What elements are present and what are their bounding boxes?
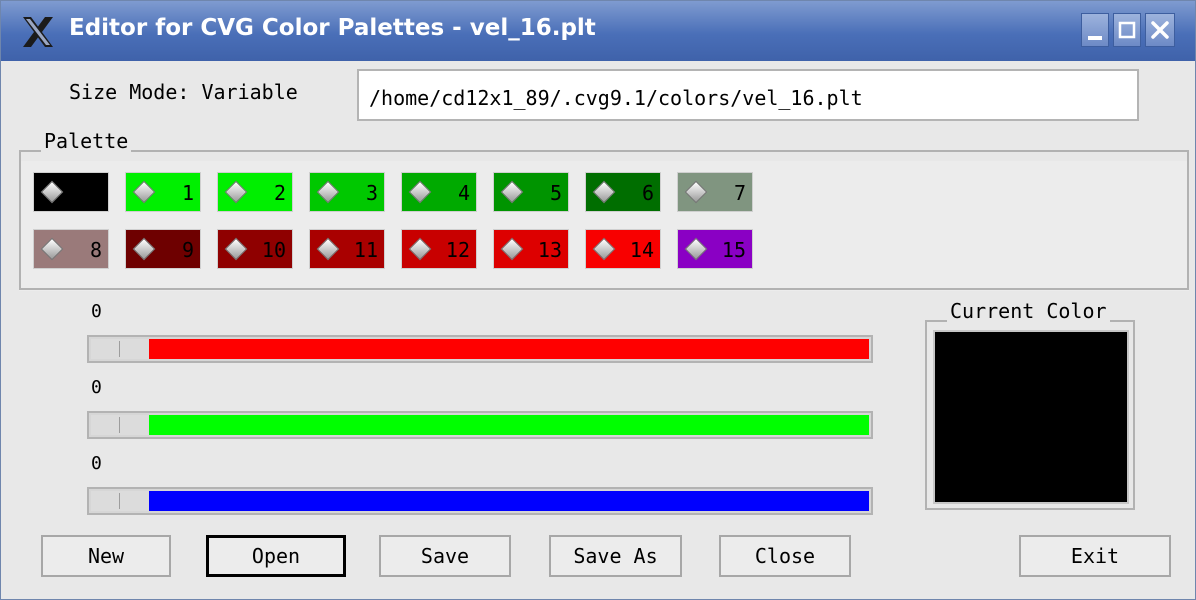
radio-diamond-icon[interactable] [40, 237, 64, 261]
radio-diamond-icon[interactable] [500, 180, 524, 204]
current-color-title: Current Color [947, 299, 1110, 323]
window-title: Editor for CVG Color Palettes - vel_16.p… [69, 15, 596, 41]
swatch-index: 13 [537, 238, 562, 262]
palette-group [19, 150, 1189, 290]
blue-slider-thumb[interactable] [91, 491, 150, 511]
radio-diamond-icon[interactable] [592, 180, 616, 204]
swatch-index: 11 [353, 238, 378, 262]
minimize-button[interactable] [1081, 13, 1109, 47]
radio-diamond-icon[interactable] [40, 180, 64, 204]
swatch-index: 3 [365, 181, 378, 205]
palette-swatch[interactable]: 1 [125, 172, 201, 212]
title-bar[interactable]: Editor for CVG Color Palettes - vel_16.p… [1, 1, 1195, 61]
radio-diamond-icon[interactable] [684, 180, 708, 204]
minimize-icon [1088, 36, 1102, 40]
green-value: 0 [91, 377, 102, 398]
radio-diamond-icon[interactable] [224, 237, 248, 261]
swatch-index: 2 [273, 181, 286, 205]
palette-swatch[interactable]: 5 [493, 172, 569, 212]
save-button[interactable]: Save [379, 535, 511, 577]
swatch-index: 9 [181, 238, 194, 262]
swatch-index: 7 [733, 181, 746, 205]
palette-swatch[interactable]: 13 [493, 229, 569, 269]
green-slider[interactable] [87, 411, 873, 439]
palette-title: Palette [41, 129, 132, 153]
radio-diamond-icon[interactable] [500, 237, 524, 261]
radio-diamond-icon[interactable] [316, 180, 340, 204]
palette-swatch[interactable]: 9 [125, 229, 201, 269]
blue-value: 0 [91, 453, 102, 474]
file-path-field[interactable]: /home/cd12x1_89/.cvg9.1/colors/vel_16.pl… [357, 69, 1139, 121]
maximize-icon [1118, 21, 1136, 39]
green-slider-track [149, 415, 869, 435]
blue-slider-track [149, 491, 869, 511]
new-button[interactable]: New [41, 535, 171, 577]
palette-swatch[interactable]: 11 [309, 229, 385, 269]
palette-editor-window: Editor for CVG Color Palettes - vel_16.p… [0, 0, 1196, 600]
red-slider-track [149, 339, 869, 359]
swatch-index: 12 [445, 238, 470, 262]
close-icon [1151, 21, 1169, 39]
palette-swatch[interactable]: 7 [677, 172, 753, 212]
palette-swatch[interactable] [33, 172, 109, 212]
radio-diamond-icon[interactable] [684, 237, 708, 261]
palette-swatch[interactable]: 4 [401, 172, 477, 212]
swatch-index: 8 [89, 238, 102, 262]
palette-swatch[interactable]: 15 [677, 229, 753, 269]
exit-button[interactable]: Exit [1019, 535, 1171, 577]
palette-swatch[interactable]: 10 [217, 229, 293, 269]
palette-swatch[interactable]: 3 [309, 172, 385, 212]
red-slider-thumb[interactable] [91, 339, 150, 359]
radio-diamond-icon[interactable] [408, 237, 432, 261]
palette-swatch[interactable]: 2 [217, 172, 293, 212]
close-button[interactable]: Close [719, 535, 851, 577]
palette-swatch[interactable]: 12 [401, 229, 477, 269]
swatch-index: 14 [629, 238, 654, 262]
swatch-index: 10 [261, 238, 286, 262]
close-window-button[interactable] [1145, 13, 1175, 47]
open-button[interactable]: Open [206, 535, 346, 577]
swatch-index: 4 [457, 181, 470, 205]
swatch-index: 5 [549, 181, 562, 205]
palette-swatch[interactable]: 6 [585, 172, 661, 212]
radio-diamond-icon[interactable] [132, 180, 156, 204]
maximize-button[interactable] [1113, 13, 1141, 47]
x-icon [23, 17, 53, 47]
radio-diamond-icon[interactable] [132, 237, 156, 261]
swatch-index: 15 [721, 238, 746, 262]
palette-swatch[interactable]: 14 [585, 229, 661, 269]
swatch-index: 1 [181, 181, 194, 205]
size-mode-label: Size Mode: Variable [69, 80, 298, 104]
green-slider-thumb[interactable] [91, 415, 150, 435]
palette-swatch[interactable]: 8 [33, 229, 109, 269]
save-as-button[interactable]: Save As [549, 535, 682, 577]
radio-diamond-icon[interactable] [592, 237, 616, 261]
red-slider[interactable] [87, 335, 873, 363]
radio-diamond-icon[interactable] [224, 180, 248, 204]
current-color-preview [933, 330, 1129, 504]
radio-diamond-icon[interactable] [408, 180, 432, 204]
radio-diamond-icon[interactable] [316, 237, 340, 261]
blue-slider[interactable] [87, 487, 873, 515]
swatch-index: 6 [641, 181, 654, 205]
red-value: 0 [91, 301, 102, 322]
